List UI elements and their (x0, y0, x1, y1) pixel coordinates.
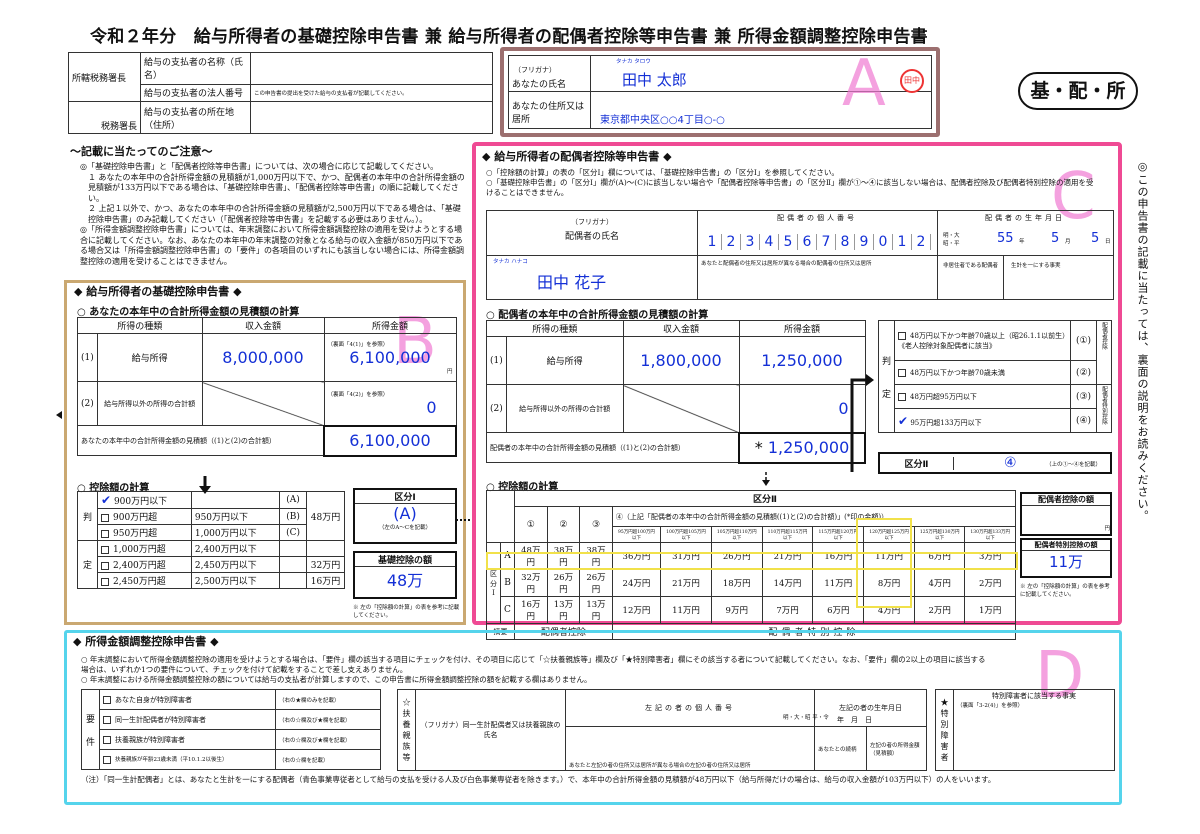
dependent-table: ☆扶養親族等 （フリガナ）同一生計配偶者又は扶養親族の氏名 左記の者の個人番号 … (397, 689, 927, 771)
requirement-option[interactable]: 扶養親族が特別障害者 (99, 729, 276, 750)
adjust-section-title: ◆ 所得金額調整控除申告書 ◆ (73, 635, 219, 648)
adjust-notes: ○ 年末調整において所得金額調整控除の適用を受けようとする場合は、「要件」欄の該… (81, 655, 986, 684)
special-disability-table: ★特別障害者 特別障害者に該当する事実 （裏面「3-2(4)」を参照） (935, 689, 1115, 771)
requirement-option[interactable]: 同一生計配偶者が特別障害者 (99, 709, 276, 730)
income-adjustment-section: ◆ 所得金額調整控除申告書 ◆ D ○ 年末調整において所得金額調整控除の適用を… (64, 630, 1122, 805)
requirement-option[interactable]: 扶養親族が年齢23歳未満（平10.1.2以後生） (99, 749, 276, 770)
adjust-footnote: （注）「同一生計配偶者」とは、あなたと生計を一にする配偶者（青色事業専従者として… (81, 775, 996, 784)
requirement-option[interactable]: あなた自身が特別障害者 (99, 689, 276, 710)
requirement-table: 要件 あなた自身が特別障害者 （右の★欄のみを記載） 同一生計配偶者が特別障害者（… (81, 689, 382, 770)
